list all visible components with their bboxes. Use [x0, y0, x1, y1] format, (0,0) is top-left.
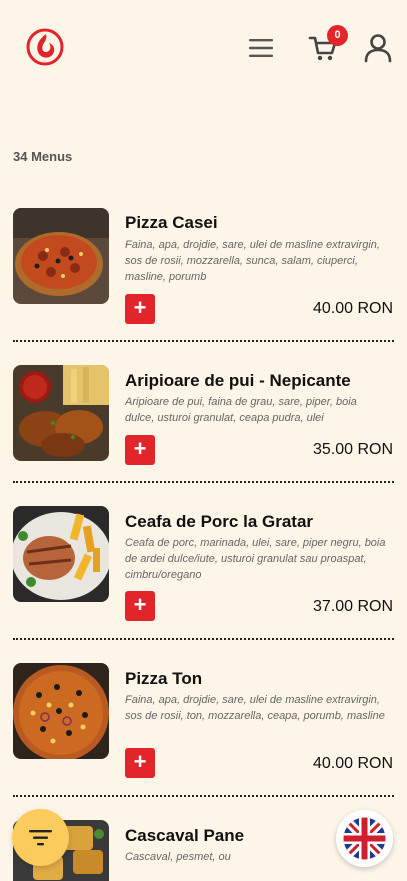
user-icon[interactable]	[364, 33, 392, 63]
item-title[interactable]: Cascaval Pane	[125, 826, 244, 846]
item-title[interactable]: Pizza Casei	[125, 213, 218, 233]
item-divider	[13, 795, 394, 797]
add-to-cart-button[interactable]: +	[125, 591, 155, 621]
pizza-casei-image[interactable]	[13, 208, 109, 304]
ceafa-de-porc-image[interactable]	[13, 506, 109, 602]
add-to-cart-button[interactable]: +	[125, 435, 155, 465]
flame-logo-icon[interactable]	[25, 27, 65, 67]
menus-count-label: 34 Menus	[13, 149, 73, 164]
aripioare-image[interactable]	[13, 365, 109, 461]
menu-page: 0 34 Menus Pizza Casei Faina, apa, drojd…	[0, 0, 407, 881]
language-button[interactable]	[336, 810, 393, 867]
item-divider	[13, 481, 394, 483]
item-description: Faina, apa, drojdie, sare, ulei de masli…	[125, 239, 380, 283]
item-price: 35.00 RON	[312, 441, 393, 458]
item-title[interactable]: Pizza Ton	[125, 669, 202, 689]
item-price: 40.00 RON	[312, 755, 393, 772]
add-to-cart-button[interactable]: +	[125, 748, 155, 778]
item-title[interactable]: Aripioare de pui - Nepicante	[125, 371, 351, 391]
item-description: Faina, apa, drojdie, sare, ulei de masli…	[125, 694, 385, 722]
app-header: 0	[0, 0, 407, 100]
cart-count-badge: 0	[327, 25, 348, 46]
item-divider	[13, 638, 394, 640]
item-price: 37.00 RON	[312, 598, 393, 615]
filter-button[interactable]	[12, 809, 69, 866]
item-price: 40.00 RON	[312, 300, 393, 317]
item-description: Aripioare de pui, faina de grau, sare, p…	[125, 396, 357, 424]
item-title[interactable]: Ceafa de Porc la Gratar	[125, 512, 313, 532]
item-description: Ceafa de porc, marinada, ulei, sare, pip…	[125, 537, 386, 581]
item-divider	[13, 340, 394, 342]
add-to-cart-button[interactable]: +	[125, 294, 155, 324]
filter-icon	[29, 830, 52, 846]
hamburger-menu-icon[interactable]	[248, 38, 274, 58]
pizza-ton-image[interactable]	[13, 663, 109, 759]
uk-flag-icon	[343, 817, 386, 860]
